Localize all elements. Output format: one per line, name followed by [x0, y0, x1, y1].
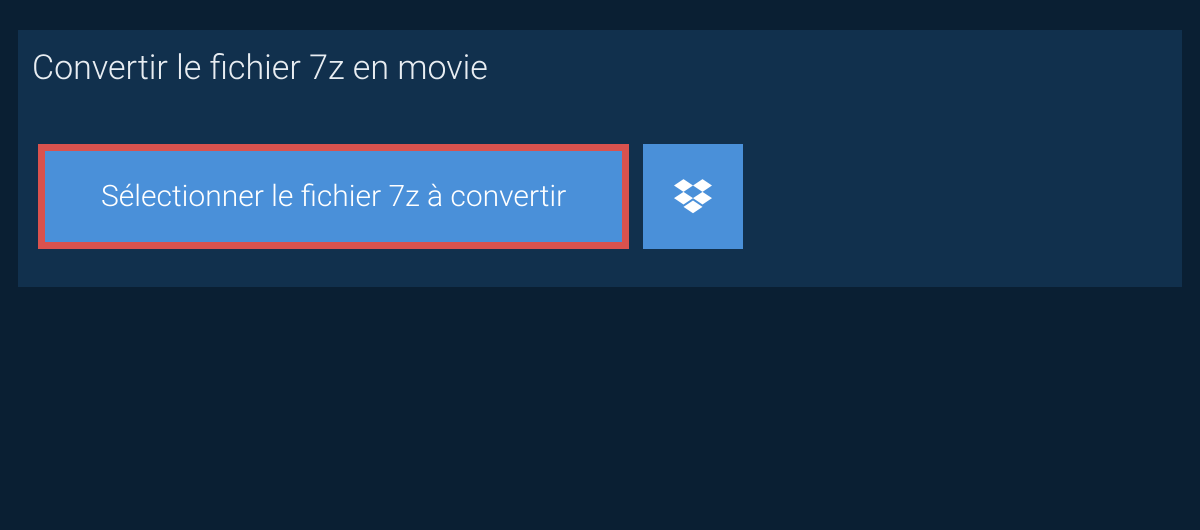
converter-panel: Convertir le fichier 7z en movie Sélecti…	[18, 30, 1182, 287]
dropbox-icon	[674, 176, 712, 218]
button-row: Sélectionner le fichier 7z à convertir	[18, 106, 1182, 249]
page-title: Convertir le fichier 7z en movie	[18, 30, 514, 106]
select-file-button[interactable]: Sélectionner le fichier 7z à convertir	[38, 144, 629, 249]
dropbox-button[interactable]	[643, 144, 743, 249]
